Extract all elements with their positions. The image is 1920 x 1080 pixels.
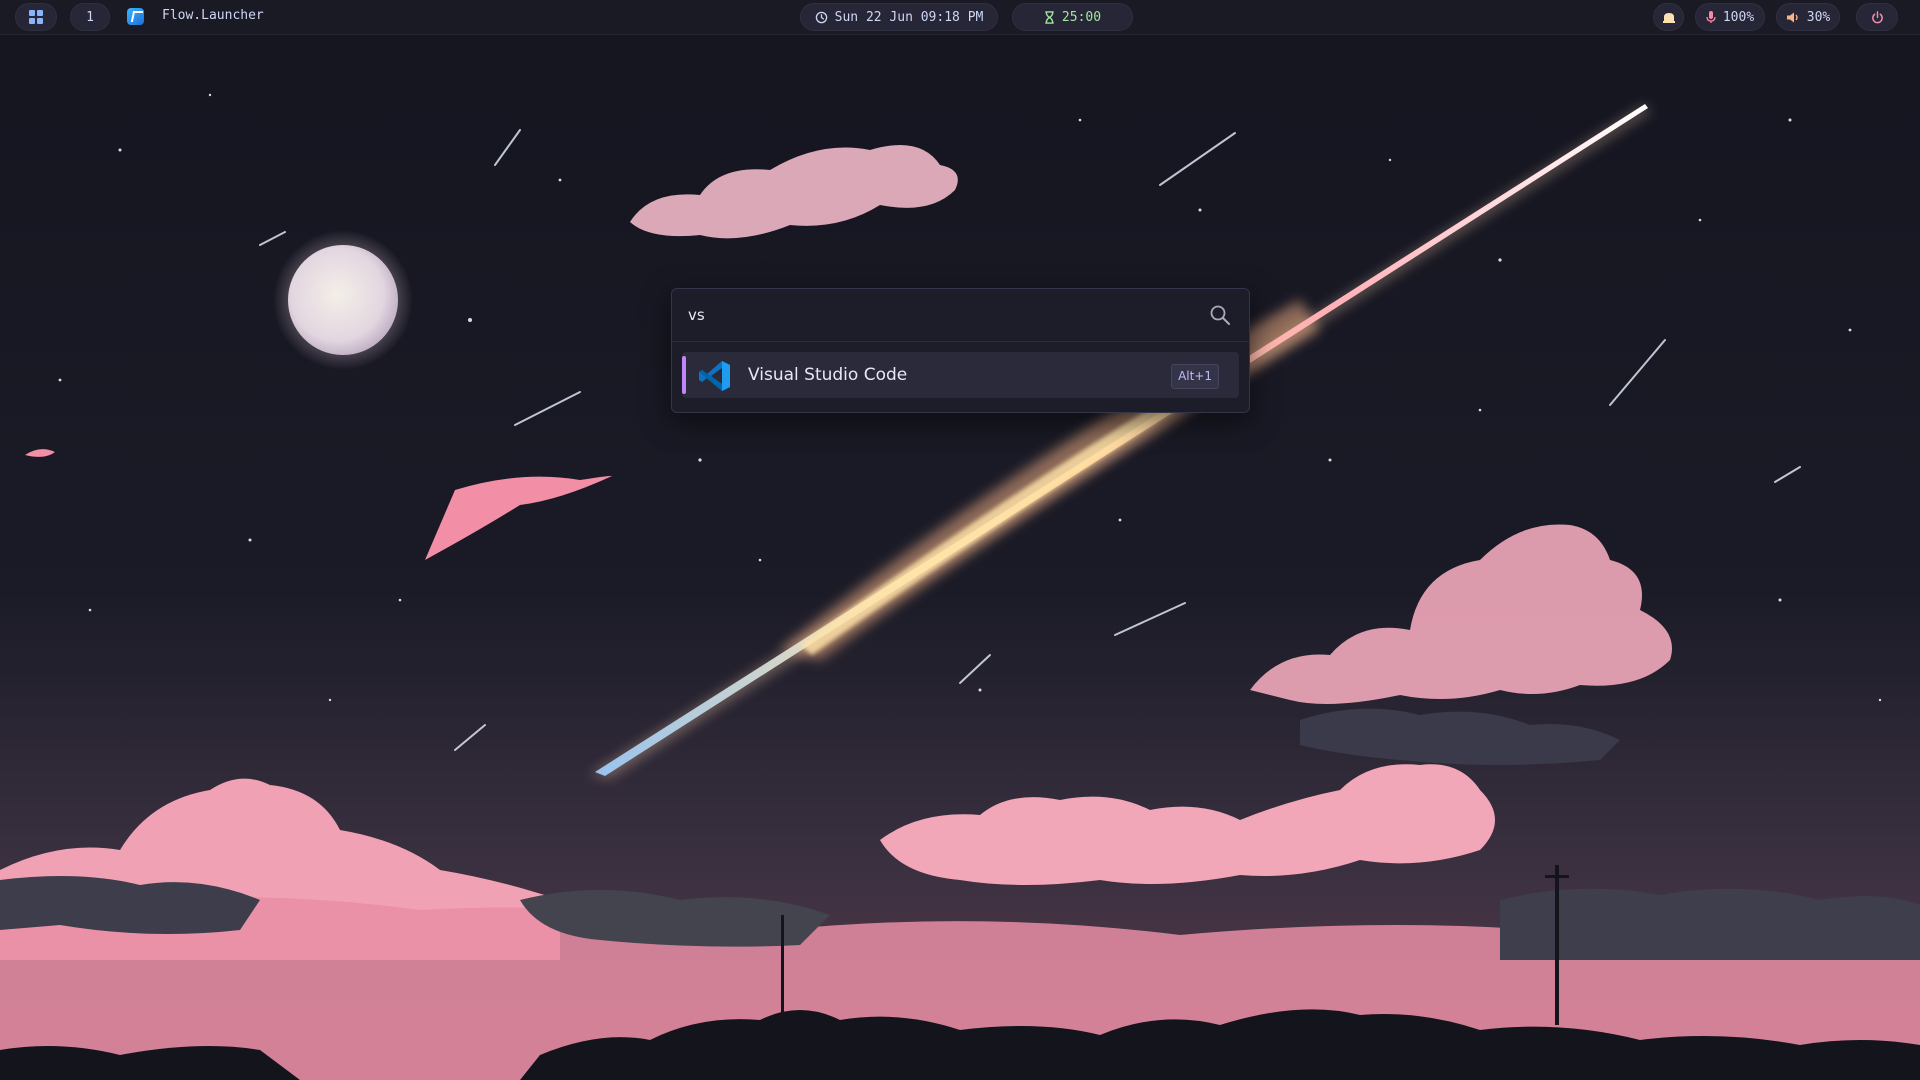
selection-indicator	[682, 356, 686, 394]
speaker-icon	[1786, 12, 1798, 22]
volume-level: 30%	[1806, 9, 1831, 25]
notification-button[interactable]	[1653, 3, 1684, 31]
clock-widget[interactable]: Sun 22 Jun 09:18 PM	[800, 3, 998, 31]
microphone-icon	[1706, 11, 1716, 23]
notification-icon	[1662, 12, 1675, 23]
result-item[interactable]: Visual Studio Code Alt+1	[682, 352, 1239, 398]
result-title: Visual Studio Code	[748, 365, 908, 385]
search-bar	[672, 289, 1249, 342]
hourglass-icon	[1045, 10, 1054, 24]
search-input[interactable]	[688, 302, 1188, 328]
workspace-indicator[interactable]: 1	[70, 3, 110, 31]
volume-widget[interactable]: 30%	[1776, 3, 1840, 31]
desktop-wallpaper	[0, 0, 1920, 1080]
search-icon[interactable]	[1208, 303, 1232, 327]
workspace-number: 1	[86, 9, 94, 25]
microphone-level: 100%	[1722, 9, 1755, 25]
active-window-title: Flow.Launcher	[162, 8, 264, 23]
flow-launcher-window: Visual Studio Code Alt+1	[671, 288, 1250, 413]
power-icon	[1871, 10, 1883, 23]
clock-text: Sun 22 Jun 09:18 PM	[834, 9, 984, 25]
vscode-icon	[699, 361, 730, 391]
result-hotkey-badge: Alt+1	[1171, 364, 1219, 389]
power-button[interactable]	[1856, 3, 1898, 31]
clock-icon	[815, 11, 827, 23]
top-status-bar: 1 Flow.Launcher Sun 22 Jun 09:18 PM 25:0…	[0, 0, 1920, 35]
windows-grid-icon	[29, 10, 43, 24]
pomodoro-timer[interactable]: 25:00	[1012, 3, 1133, 31]
start-button[interactable]	[15, 3, 57, 31]
microphone-widget[interactable]: 100%	[1695, 3, 1765, 31]
flow-launcher-icon	[127, 8, 144, 25]
timer-text: 25:00	[1061, 9, 1102, 25]
